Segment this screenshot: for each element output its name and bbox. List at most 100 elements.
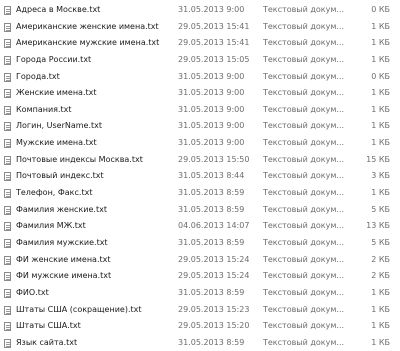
file-date-modified: 29.05.2013 15:05 — [178, 54, 250, 64]
file-name: Города.txt — [16, 71, 60, 81]
file-row[interactable]: Почтовый индекс.txt 31.05.2013 8:44 Текс… — [0, 168, 400, 185]
file-date-modified: 04.06.2013 14:07 — [178, 221, 250, 231]
file-type: Текстовый докум... — [263, 337, 345, 347]
file-type: Текстовый докум... — [263, 54, 345, 64]
file-name: Штаты США (сокращение).txt — [16, 304, 142, 314]
file-size: 2 КБ — [371, 254, 390, 264]
file-size: 1 КБ — [371, 304, 390, 314]
file-type: Текстовый докум... — [263, 237, 345, 247]
file-type: Текстовый докум... — [263, 188, 345, 198]
file-name: Штаты США.txt — [16, 321, 81, 331]
file-size: 1 КБ — [371, 21, 390, 31]
text-file-icon — [4, 222, 11, 232]
text-file-icon — [4, 272, 11, 282]
file-date-modified: 31.05.2013 9:00 — [178, 5, 245, 14]
file-size: 1 КБ — [371, 321, 390, 331]
file-row[interactable]: Американские женские имена.txt 29.05.201… — [0, 19, 400, 36]
text-file-icon — [4, 205, 11, 215]
file-date-modified: 29.05.2013 15:50 — [178, 154, 250, 164]
text-file-icon — [4, 105, 11, 115]
file-row[interactable]: Города.txt 31.05.2013 9:00 Текстовый док… — [0, 69, 400, 86]
file-row[interactable]: Фамилия мужские.txt 31.05.2013 8:59 Текс… — [0, 235, 400, 252]
file-date-modified: 31.05.2013 9:00 — [178, 71, 245, 81]
file-type: Текстовый докум... — [263, 88, 345, 98]
file-name: Города России.txt — [16, 54, 92, 64]
file-name: Логин, UserName.txt — [16, 121, 103, 131]
file-size: 5 КБ — [371, 204, 390, 214]
file-type: Текстовый докум... — [263, 221, 345, 231]
file-type: Текстовый докум... — [263, 271, 345, 281]
file-date-modified: 31.05.2013 8:59 — [178, 188, 245, 198]
file-list: Адреса в Москве.txt 31.05.2013 9:00 Текс… — [0, 2, 400, 351]
file-size: 1 КБ — [371, 337, 390, 347]
file-date-modified: 29.05.2013 15:23 — [178, 304, 250, 314]
file-row[interactable]: ФИ мужские имена.txt 29.05.2013 15:24 Те… — [0, 268, 400, 285]
file-type: Текстовый докум... — [263, 171, 345, 181]
file-row[interactable]: Логин, UserName.txt 31.05.2013 9:00 Текс… — [0, 118, 400, 135]
file-row[interactable]: Почтовые индексы Москва.txt 29.05.2013 1… — [0, 152, 400, 169]
file-type: Текстовый докум... — [263, 71, 345, 81]
file-row[interactable]: Штаты США.txt 29.05.2013 15:20 Текстовый… — [0, 318, 400, 335]
file-date-modified: 29.05.2013 15:24 — [178, 271, 250, 281]
text-file-icon — [4, 89, 11, 99]
file-type: Текстовый докум... — [263, 254, 345, 264]
file-size: 3 КБ — [371, 171, 390, 181]
file-row[interactable]: Фамилия МЖ.txt 04.06.2013 14:07 Текстовы… — [0, 218, 400, 235]
file-name: Телефон, Факс.txt — [16, 188, 93, 198]
file-type: Текстовый докум... — [263, 21, 345, 31]
file-size: 1 КБ — [371, 188, 390, 198]
text-file-icon — [4, 55, 11, 65]
file-date-modified: 31.05.2013 9:00 — [178, 121, 245, 131]
file-size: 1 КБ — [371, 88, 390, 98]
file-name: Американские мужские имена.txt — [16, 38, 160, 48]
file-size: 2 КБ — [371, 271, 390, 281]
file-size: 1 КБ — [371, 121, 390, 131]
text-file-icon — [4, 189, 11, 199]
file-size: 15 КБ — [366, 154, 390, 164]
file-row[interactable]: Штаты США (сокращение).txt 29.05.2013 15… — [0, 302, 400, 319]
file-size: 0 КБ — [371, 5, 390, 14]
file-row[interactable]: Мужские имена.txt 31.05.2013 9:00 Тексто… — [0, 135, 400, 152]
file-name: Мужские имена.txt — [16, 138, 97, 148]
file-name: ФИО.txt — [16, 287, 49, 297]
file-row[interactable]: Адреса в Москве.txt 31.05.2013 9:00 Текс… — [0, 2, 400, 19]
file-type: Текстовый докум... — [263, 5, 345, 14]
file-size: 0 КБ — [371, 71, 390, 81]
file-date-modified: 29.05.2013 15:41 — [178, 21, 250, 31]
file-row[interactable]: Города России.txt 29.05.2013 15:05 Текст… — [0, 52, 400, 69]
file-size: 1 КБ — [371, 38, 390, 48]
file-type: Текстовый докум... — [263, 154, 345, 164]
file-date-modified: 29.05.2013 15:20 — [178, 321, 250, 331]
file-size: 13 КБ — [366, 221, 390, 231]
file-row[interactable]: Фамилия женские.txt 31.05.2013 8:59 Текс… — [0, 202, 400, 219]
file-row[interactable]: Американские мужские имена.txt 29.05.201… — [0, 35, 400, 52]
text-file-icon — [4, 255, 11, 265]
file-date-modified: 31.05.2013 9:00 — [178, 104, 245, 114]
file-type: Текстовый докум... — [263, 287, 345, 297]
file-size: 1 КБ — [371, 138, 390, 148]
file-row[interactable]: ФИ женские имена.txt 29.05.2013 15:24 Те… — [0, 252, 400, 269]
file-name: Почтовые индексы Москва.txt — [16, 154, 143, 164]
file-row[interactable]: Язык сайта.txt 31.05.2013 8:59 Текстовый… — [0, 335, 400, 351]
file-name: Почтовый индекс.txt — [16, 171, 104, 181]
file-name: Фамилия женские.txt — [16, 204, 107, 214]
text-file-icon — [4, 338, 11, 348]
file-name: ФИ мужские имена.txt — [16, 271, 112, 281]
text-file-icon — [4, 22, 11, 32]
file-type: Текстовый докум... — [263, 204, 345, 214]
file-date-modified: 29.05.2013 15:24 — [178, 254, 250, 264]
file-row[interactable]: Телефон, Факс.txt 31.05.2013 8:59 Тексто… — [0, 185, 400, 202]
file-date-modified: 31.05.2013 9:00 — [178, 88, 245, 98]
file-date-modified: 31.05.2013 8:59 — [178, 204, 245, 214]
file-row[interactable]: Компания.txt 31.05.2013 9:00 Текстовый д… — [0, 102, 400, 119]
file-name: ФИ женские имена.txt — [16, 254, 111, 264]
text-file-icon — [4, 288, 11, 298]
file-name: Женские имена.txt — [16, 88, 97, 98]
file-size: 1 КБ — [371, 104, 390, 114]
text-file-icon — [4, 238, 11, 248]
file-row[interactable]: Женские имена.txt 31.05.2013 9:00 Тексто… — [0, 85, 400, 102]
text-file-icon — [4, 172, 11, 182]
text-file-icon — [4, 39, 11, 49]
file-row[interactable]: ФИО.txt 31.05.2013 8:59 Текстовый докум.… — [0, 285, 400, 302]
file-date-modified: 31.05.2013 8:59 — [178, 287, 245, 297]
